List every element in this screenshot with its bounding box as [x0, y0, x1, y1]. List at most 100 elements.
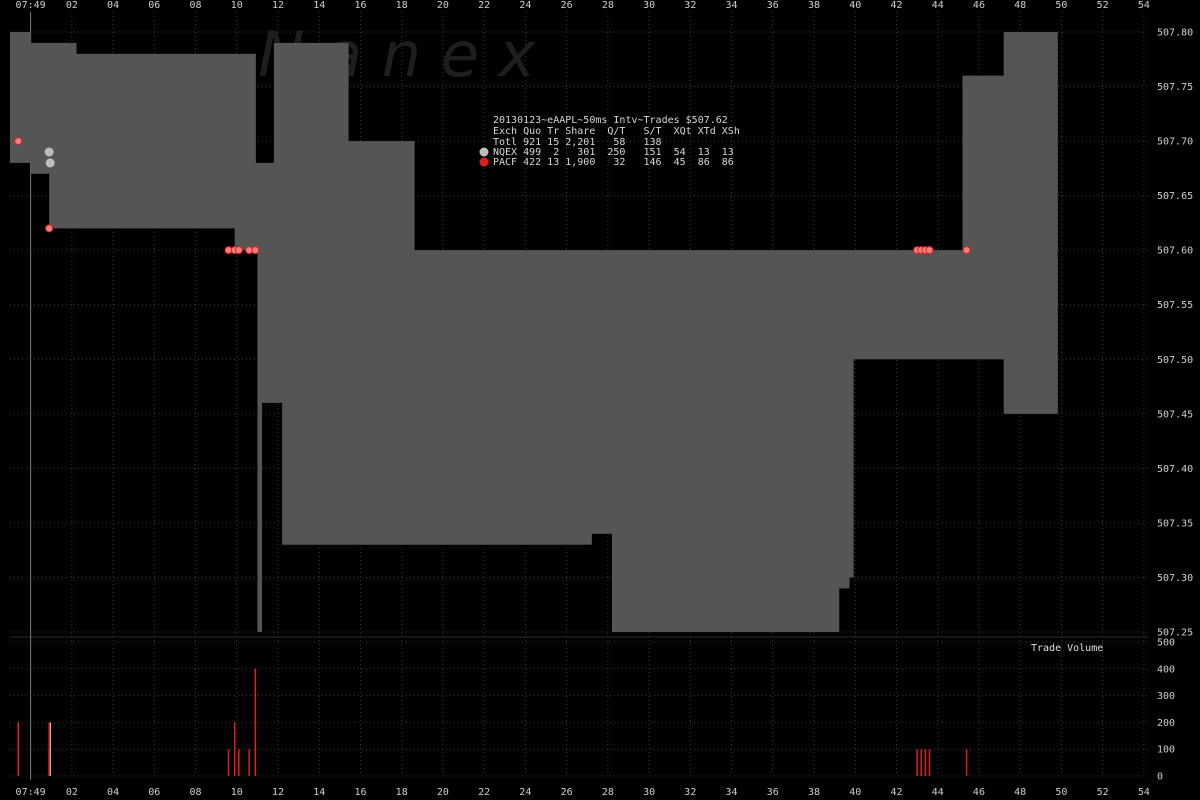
- spread-segment: [853, 250, 963, 360]
- spread-segment: [49, 42, 77, 229]
- time-tick-label: 28: [602, 0, 614, 11]
- price-tick-label: 507.70: [1157, 137, 1193, 148]
- price-tick-label: 507.45: [1157, 409, 1193, 420]
- time-tick-label: 14: [313, 0, 325, 11]
- time-tick-label: 36: [767, 787, 779, 798]
- time-tick-label: 04: [107, 787, 119, 798]
- price-tick-label: 507.35: [1157, 518, 1193, 529]
- time-tick-label: 50: [1055, 0, 1067, 11]
- volume-bar: [924, 749, 927, 776]
- time-tick-label: 20: [437, 0, 449, 11]
- trade-marker-pacf: [45, 224, 54, 233]
- price-tick-label: 507.60: [1157, 246, 1193, 257]
- time-tick-label: 24: [519, 0, 531, 11]
- volume-bar: [965, 749, 968, 776]
- time-tick-label: 48: [1014, 787, 1026, 798]
- stats-header: Exch Quo Tr Share Q/T S/T XQt XTd XSh: [493, 126, 740, 137]
- time-tick-label: 42: [890, 787, 902, 798]
- time-tick-label: 34: [726, 787, 738, 798]
- stats-row-pacf: PACF 422 13 1,900 32 146 45 86 86: [493, 157, 734, 168]
- time-tick-label: 38: [808, 0, 820, 11]
- time-tick-label: 08: [190, 0, 202, 11]
- volume-bar: [920, 749, 922, 776]
- time-tick-label: 52: [1097, 787, 1109, 798]
- time-tick-label: 14: [313, 787, 325, 798]
- time-tick-label: 26: [561, 0, 573, 11]
- pacf-legend-icon: [479, 157, 489, 167]
- trade-chart: N a n e x 507.25507.30507.35507.40507.45…: [0, 0, 1200, 800]
- spread-segment: [838, 250, 850, 589]
- trade-marker-pacf: [234, 246, 243, 255]
- trade-marker-pacf: [14, 137, 23, 146]
- spread-segment: [234, 53, 256, 251]
- time-tick-label: 30: [643, 0, 655, 11]
- price-tick-label: 507.40: [1157, 464, 1193, 475]
- volume-bar: [928, 749, 931, 776]
- spread-segment: [257, 162, 263, 632]
- trade-marker-pacf: [251, 246, 260, 255]
- time-tick-label: 26: [561, 787, 573, 798]
- time-tick-label: 32: [684, 787, 696, 798]
- nqex-legend-icon: [479, 147, 489, 157]
- volume-tick-label: 300: [1157, 691, 1175, 702]
- price-tick-label: 507.55: [1157, 300, 1193, 311]
- spread-segment: [591, 250, 613, 534]
- spread-segment: [849, 250, 854, 578]
- spread-segment: [282, 42, 349, 545]
- time-tick-label: 04: [107, 0, 119, 11]
- price-tick-label: 507.75: [1157, 82, 1193, 93]
- time-tick-label: 10: [231, 0, 243, 11]
- time-tick-label: 07:49: [16, 787, 46, 798]
- time-tick-label: 18: [396, 787, 408, 798]
- time-tick-label: 44: [932, 0, 944, 11]
- time-tick-label: 12: [272, 0, 284, 11]
- volume-bar: [238, 749, 240, 776]
- time-tick-label: 18: [396, 0, 408, 11]
- time-tick-label: 22: [478, 787, 490, 798]
- volume-bar: [48, 722, 50, 776]
- volume-tick-label: 0: [1157, 772, 1163, 783]
- time-tick-label: 02: [66, 787, 78, 798]
- time-tick-label: 52: [1097, 0, 1109, 11]
- time-tick-label: 07:49: [16, 0, 46, 11]
- volume-tick-label: 100: [1157, 745, 1175, 756]
- time-tick-label: 48: [1014, 0, 1026, 11]
- volume-bar: [916, 749, 918, 776]
- time-tick-label: 44: [932, 787, 944, 798]
- time-tick-label: 46: [973, 0, 985, 11]
- time-tick-label: 40: [849, 0, 861, 11]
- time-tick-label: 12: [272, 787, 284, 798]
- volume-tick-label: 200: [1157, 718, 1175, 729]
- time-tick-label: 46: [973, 787, 985, 798]
- time-tick-label: 40: [849, 787, 861, 798]
- spread-segment: [273, 42, 283, 403]
- time-tick-label: 06: [148, 787, 160, 798]
- price-tick-label: 507.30: [1157, 573, 1193, 584]
- time-tick-label: 20: [437, 787, 449, 798]
- spread-segment: [962, 75, 1005, 360]
- time-tick-label: 06: [148, 0, 160, 11]
- price-tick-label: 507.50: [1157, 355, 1193, 366]
- volume-bar: [233, 722, 236, 776]
- spread-segment: [414, 250, 592, 545]
- time-tick-label: 30: [643, 787, 655, 798]
- trade-marker-pacf: [962, 246, 971, 255]
- time-tick-label: 36: [767, 0, 779, 11]
- time-tick-label: 28: [602, 787, 614, 798]
- time-tick-label: 50: [1055, 787, 1067, 798]
- volume-bar: [17, 722, 19, 776]
- spread-segment: [261, 162, 275, 403]
- volume-bar: [227, 749, 230, 776]
- time-tick-label: 54: [1138, 0, 1150, 11]
- time-tick-label: 22: [478, 0, 490, 11]
- time-tick-label: 32: [684, 0, 696, 11]
- spread-segment: [611, 250, 840, 632]
- time-tick-label: 16: [354, 0, 366, 11]
- spread-segment: [1003, 32, 1058, 414]
- time-tick-label: 42: [890, 0, 902, 11]
- trade-marker-pacf: [925, 246, 934, 255]
- time-tick-label: 38: [808, 787, 820, 798]
- volume-axis-label: Trade Volume: [1031, 643, 1103, 654]
- trade-marker-nqex: [45, 158, 55, 168]
- time-tick-label: 10: [231, 787, 243, 798]
